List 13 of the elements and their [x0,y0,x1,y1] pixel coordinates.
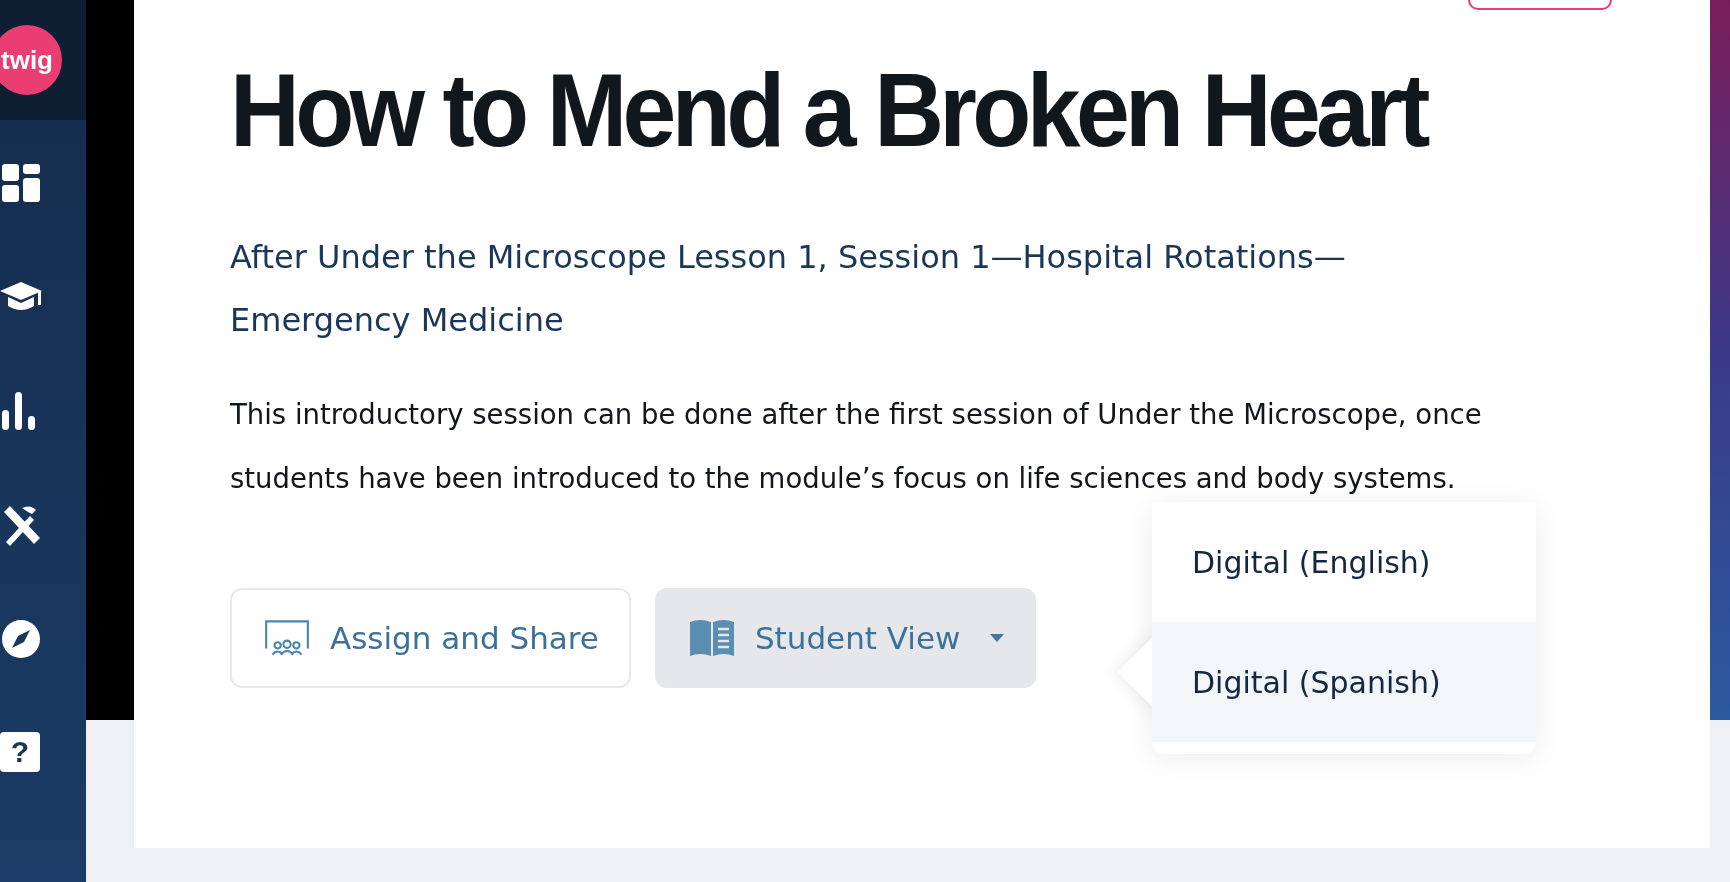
menu-item[interactable]: Digital (Spanish) [1152,622,1536,742]
logo[interactable]: twig [0,25,62,95]
classroom-icon [262,618,312,658]
compass-icon[interactable] [0,618,42,660]
lesson-title: How to Mend a Broken Heart [230,52,1428,168]
lesson-description: This introductory session can be done after the first session of Under the Microscope, once students have been introduced to the module’s focus on life sciences and body systems. [230,397,1483,496]
caret-icon [990,634,1005,642]
help-icon[interactable]: ? [0,732,40,772]
dashboard-icon[interactable] [0,162,42,204]
assign-share-button[interactable]: Assign and Share [230,588,631,688]
student-view-button[interactable]: Student View [654,588,1037,688]
lesson-subtitle: After Under the Microscope Lesson 1, Session 1—Hospital Rotations—Emergency Medicine [230,237,1347,341]
menu-item[interactable]: Digital (English) [1152,502,1536,622]
